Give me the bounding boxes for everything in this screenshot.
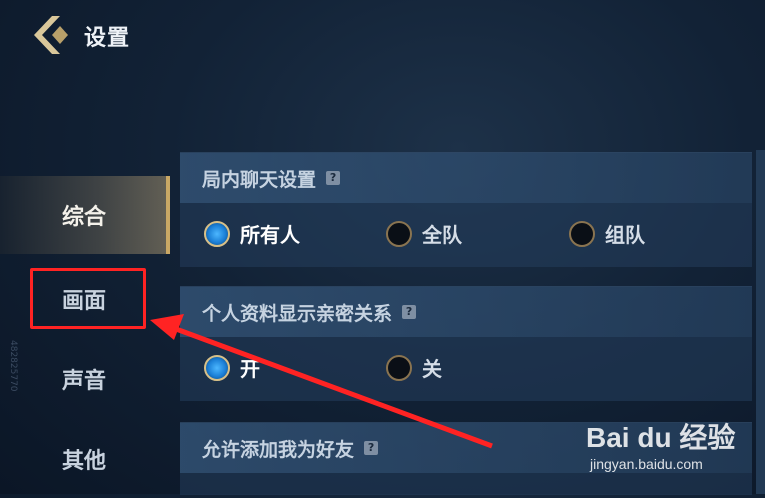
watermark-logo: Bai du 经验 <box>586 422 736 453</box>
watermark-url: jingyan.baidu.com <box>590 456 703 472</box>
baidu-watermark: Bai du 经验 jingyan.baidu.com <box>586 412 756 482</box>
